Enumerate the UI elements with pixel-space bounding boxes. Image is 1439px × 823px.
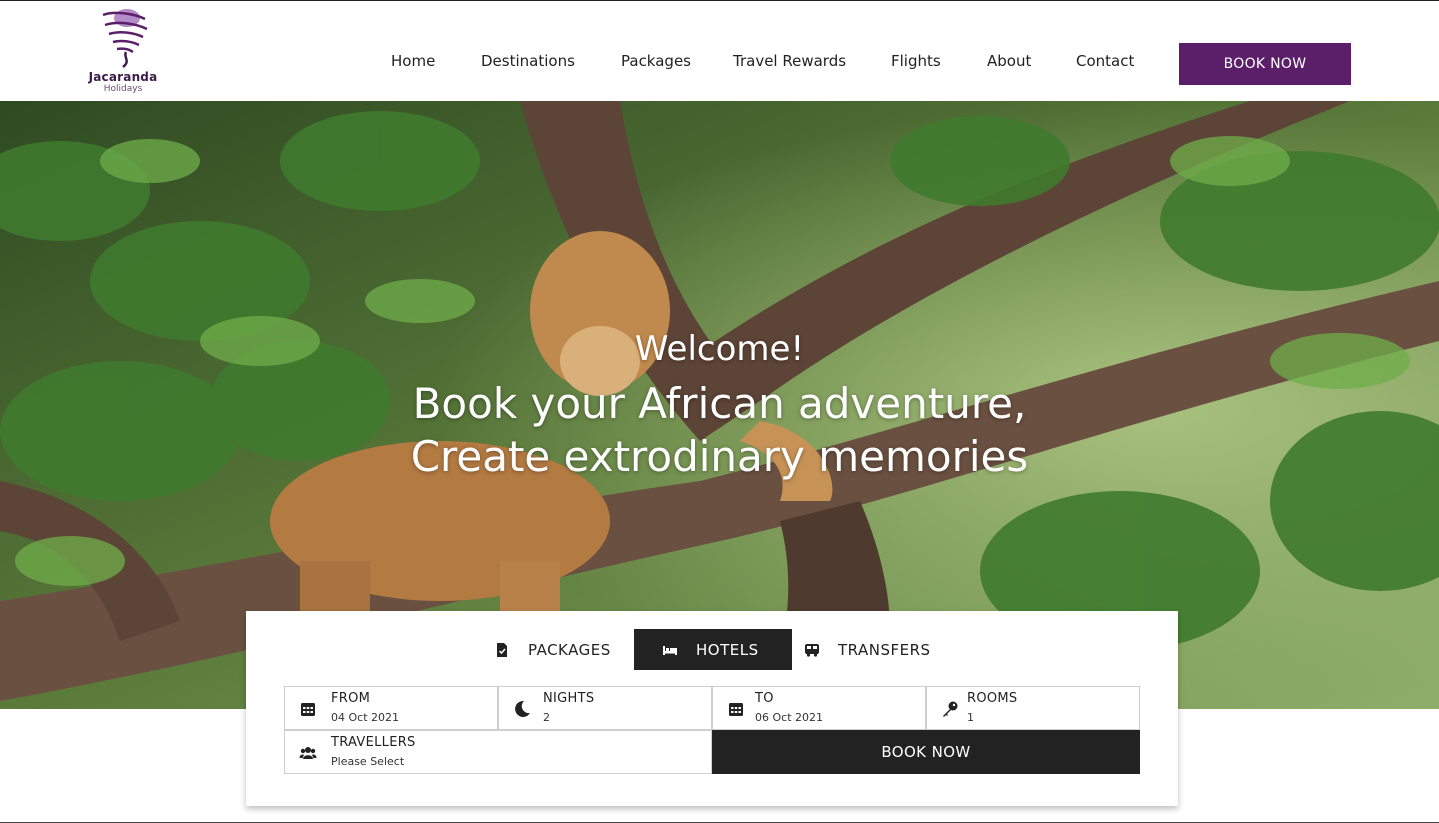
rooms-field[interactable]: ROOMS 1 (926, 686, 1140, 730)
booking-tabs: PACKAGES HOTELS TRANSFERS (246, 629, 1178, 670)
to-label: TO (755, 691, 774, 706)
booking-book-now-button[interactable]: BOOK NOW (712, 730, 1140, 774)
nav-home[interactable]: Home (391, 52, 435, 70)
tab-hotels[interactable]: HOTELS (634, 629, 792, 670)
tab-transfers[interactable]: TRANSFERS (804, 629, 954, 670)
nav-about[interactable]: About (987, 52, 1031, 70)
rooms-label: ROOMS (967, 691, 1018, 706)
from-date-field[interactable]: FROM 04 Oct 2021 (284, 686, 498, 730)
nights-label: NIGHTS (543, 691, 595, 706)
nights-value: 2 (543, 711, 550, 724)
bus-icon (805, 643, 819, 657)
nav-destinations[interactable]: Destinations (481, 52, 575, 70)
from-value: 04 Oct 2021 (331, 711, 400, 724)
header-book-now-button[interactable]: BOOK NOW (1179, 43, 1351, 85)
travellers-value: Please Select (331, 755, 405, 768)
to-date-field[interactable]: TO 06 Oct 2021 (712, 686, 926, 730)
booking-widget: PACKAGES HOTELS TRANSFERS FROM 04 Oct 20… (246, 611, 1178, 806)
travellers-label: TRAVELLERS (331, 735, 416, 750)
bed-icon (663, 645, 677, 655)
hero-tagline-line2: Create extrodinary memories (410, 432, 1029, 481)
logo-subtitle: Holidays (103, 84, 143, 94)
moon-icon (515, 700, 530, 717)
document-icon (497, 642, 507, 657)
nav-contact[interactable]: Contact (1076, 52, 1134, 70)
key-icon (943, 701, 958, 717)
hero-tagline-line1: Book your African adventure, (412, 379, 1027, 428)
nav-travel-rewards[interactable]: Travel Rewards (733, 52, 846, 70)
from-label: FROM (331, 691, 371, 706)
tab-packages-label: PACKAGES (528, 640, 611, 659)
calendar-icon (301, 703, 315, 716)
hero-welcome: Welcome! (634, 329, 805, 369)
travellers-field[interactable]: TRAVELLERS Please Select (284, 730, 712, 774)
nav-flights[interactable]: Flights (891, 52, 941, 70)
brand-logo[interactable]: Jacaranda Holidays (84, 7, 162, 97)
logo-name: Jacaranda (88, 70, 158, 84)
calendar-icon (729, 703, 743, 716)
tab-hotels-label: HOTELS (696, 640, 759, 659)
site-header: Jacaranda Holidays Home Destinations Pac… (0, 0, 1439, 101)
nav-packages[interactable]: Packages (621, 52, 691, 70)
tab-transfers-label: TRANSFERS (838, 640, 931, 659)
tab-packages[interactable]: PACKAGES (494, 629, 634, 670)
nights-field[interactable]: NIGHTS 2 (498, 686, 712, 730)
to-value: 06 Oct 2021 (755, 711, 824, 724)
rooms-value: 1 (967, 711, 974, 724)
users-icon (299, 747, 317, 759)
jacaranda-tree-icon (102, 9, 148, 68)
